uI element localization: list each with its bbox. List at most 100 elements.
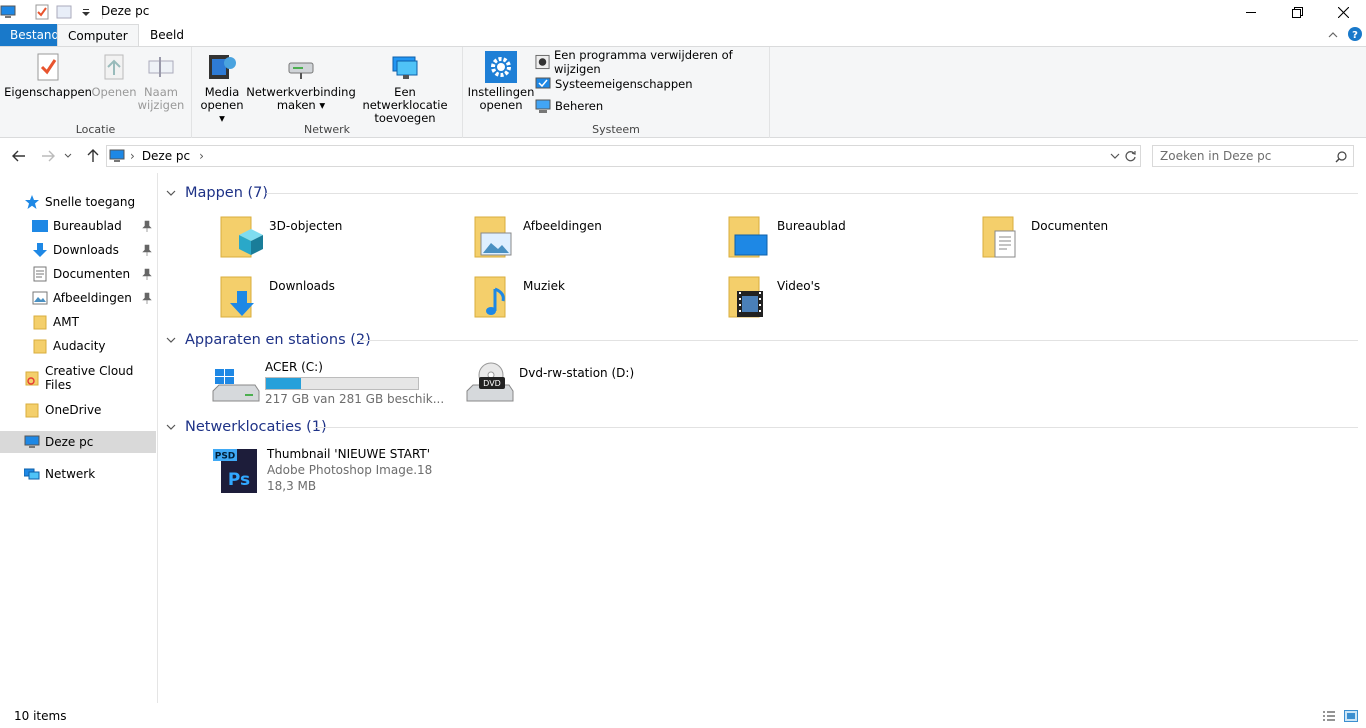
- breadcrumb-this-pc[interactable]: Deze pc: [142, 149, 190, 163]
- new-folder-icon[interactable]: [56, 4, 72, 20]
- properties-button[interactable]: Eigenschappen: [4, 51, 92, 99]
- 3d-objects-folder-icon: [220, 216, 263, 258]
- large-icons-view-icon[interactable]: [1344, 709, 1358, 723]
- computer-icon[interactable]: [0, 4, 16, 20]
- forward-button[interactable]: [37, 145, 59, 167]
- computer-icon: [109, 149, 125, 162]
- system-properties-button[interactable]: Systeemeigenschappen: [535, 75, 693, 93]
- pin-icon[interactable]: [142, 220, 152, 232]
- sidebar-item-onedrive[interactable]: OneDrive: [0, 399, 156, 421]
- network-item-psd[interactable]: PSD Ps Thumbnail 'NIEUWE START' Adobe Pho…: [211, 445, 511, 501]
- search-icon[interactable]: [1335, 151, 1347, 163]
- ribbon-group-system: Instellingen openen Een programma verwij…: [463, 47, 770, 138]
- netdrive-label-2: maken ▾: [276, 98, 326, 112]
- content-pane: Mappen (7) 3D-objecten Afbeeldingen Bure…: [159, 173, 1366, 703]
- customize-dropdown-icon[interactable]: [78, 4, 94, 20]
- sidebar-item-amt[interactable]: AMT: [0, 311, 156, 333]
- svg-text:DVD: DVD: [483, 379, 501, 388]
- downloads-folder-icon: [220, 276, 254, 318]
- drive-c-info: ACER (C:) 217 GB van 281 GB beschik...: [265, 359, 444, 415]
- search-placeholder: Zoeken in Deze pc: [1160, 149, 1272, 163]
- group-header-network-locations[interactable]: Netwerklocaties (1): [165, 416, 327, 438]
- sidebar-item-network[interactable]: Netwerk: [0, 463, 156, 485]
- group-header-devices[interactable]: Apparaten en stations (2): [165, 329, 371, 351]
- settings-gear-icon: [485, 51, 517, 83]
- uninstall-program-button[interactable]: Een programma verwijderen of wijzigen: [535, 48, 769, 76]
- add-network-location-button[interactable]: Een netwerklocatie toevoegen: [354, 51, 456, 125]
- address-bar[interactable]: › Deze pc ›: [106, 145, 1141, 167]
- folder-music[interactable]: Muziek: [471, 273, 711, 329]
- sidebar-label: Deze pc: [45, 435, 94, 449]
- window-title: Deze pc: [101, 4, 150, 18]
- videos-folder-icon: [728, 276, 763, 318]
- forward-arrow-icon: [42, 150, 55, 162]
- folder-label: 3D-objecten: [269, 219, 343, 233]
- rename-button[interactable]: Naam wijzigen: [137, 51, 185, 112]
- recent-locations-button[interactable]: [61, 145, 75, 167]
- pictures-folder-icon: [474, 216, 512, 258]
- open-label: Openen: [91, 85, 137, 99]
- media-open-button[interactable]: Media openen ▾: [200, 51, 244, 125]
- chevron-down-icon: [64, 153, 72, 158]
- sidebar-label: AMT: [53, 315, 79, 329]
- sidebar-item-creative-cloud[interactable]: Creative Cloud Files: [0, 364, 156, 392]
- folder-3d-objects[interactable]: 3D-objecten: [217, 213, 457, 269]
- pin-icon[interactable]: [142, 268, 152, 280]
- breadcrumb-chevron-icon[interactable]: ›: [130, 149, 135, 163]
- close-button[interactable]: [1320, 0, 1366, 24]
- up-button[interactable]: [82, 145, 104, 167]
- folder-documents[interactable]: Documenten: [979, 213, 1219, 269]
- uninstall-icon: [535, 54, 550, 70]
- group-header-folders[interactable]: Mappen (7): [165, 182, 268, 204]
- search-input[interactable]: Zoeken in Deze pc: [1152, 145, 1354, 167]
- drive-c-name: ACER (C:): [265, 360, 323, 374]
- sidebar-label: Netwerk: [45, 467, 96, 481]
- manage-button[interactable]: Beheren: [535, 97, 603, 115]
- photoshop-file-icon: PSD Ps: [213, 449, 257, 493]
- map-network-drive-button[interactable]: Netwerkverbinding maken ▾: [246, 51, 356, 112]
- title-bar: Deze pc: [0, 0, 1366, 24]
- sidebar-item-downloads[interactable]: Downloads: [0, 239, 156, 261]
- sysprops-label: Systeemeigenschappen: [555, 77, 693, 91]
- properties-icon[interactable]: [34, 4, 50, 20]
- open-icon: [104, 54, 124, 80]
- details-view-icon[interactable]: [1322, 710, 1336, 722]
- sidebar-item-this-pc[interactable]: Deze pc: [0, 431, 156, 453]
- svg-text:Ps: Ps: [228, 470, 250, 490]
- drive-c[interactable]: ACER (C:) 217 GB van 281 GB beschik...: [211, 359, 461, 415]
- drive-d[interactable]: DVD Dvd-rw-station (D:): [465, 359, 715, 415]
- folder-downloads[interactable]: Downloads: [217, 273, 457, 329]
- open-button[interactable]: Openen: [91, 51, 137, 99]
- computer-icon: [24, 435, 40, 448]
- back-button[interactable]: [8, 145, 30, 167]
- folder-videos[interactable]: Video's: [725, 273, 965, 329]
- sidebar-item-audacity[interactable]: Audacity: [0, 335, 156, 357]
- folder-pictures[interactable]: Afbeeldingen: [471, 213, 711, 269]
- address-dropdown-icon[interactable]: [1110, 153, 1120, 160]
- open-settings-button[interactable]: Instellingen openen: [467, 51, 535, 112]
- network-location-icon: [392, 56, 418, 79]
- tab-view[interactable]: Beeld: [140, 24, 194, 46]
- sidebar-item-quick-access[interactable]: Snelle toegang: [0, 191, 156, 213]
- help-icon[interactable]: ?: [1348, 27, 1362, 41]
- breadcrumb-chevron-icon[interactable]: ›: [199, 149, 204, 163]
- drive-c-usage-bar: [265, 377, 419, 390]
- pin-icon[interactable]: [142, 292, 152, 304]
- minimize-button[interactable]: [1228, 0, 1274, 24]
- group-divider: [315, 427, 1358, 428]
- restore-button[interactable]: [1274, 0, 1320, 24]
- folder-label: Bureaublad: [777, 219, 846, 233]
- refresh-icon[interactable]: [1124, 150, 1137, 163]
- sidebar-label: Bureaublad: [53, 219, 122, 233]
- pin-icon[interactable]: [142, 244, 152, 256]
- documents-folder-icon: [982, 216, 1016, 258]
- minimize-icon: [1246, 12, 1256, 13]
- tab-computer[interactable]: Computer: [57, 24, 139, 47]
- sidebar-item-documents[interactable]: Documenten: [0, 263, 156, 285]
- sidebar-item-desktop[interactable]: Bureaublad: [0, 215, 156, 237]
- desktop-icon: [32, 220, 48, 232]
- sidebar-item-pictures[interactable]: Afbeeldingen: [0, 287, 156, 309]
- collapse-ribbon-icon[interactable]: [1327, 29, 1339, 41]
- folder-desktop[interactable]: Bureaublad: [725, 213, 965, 269]
- status-bar: 10 items: [0, 703, 1366, 728]
